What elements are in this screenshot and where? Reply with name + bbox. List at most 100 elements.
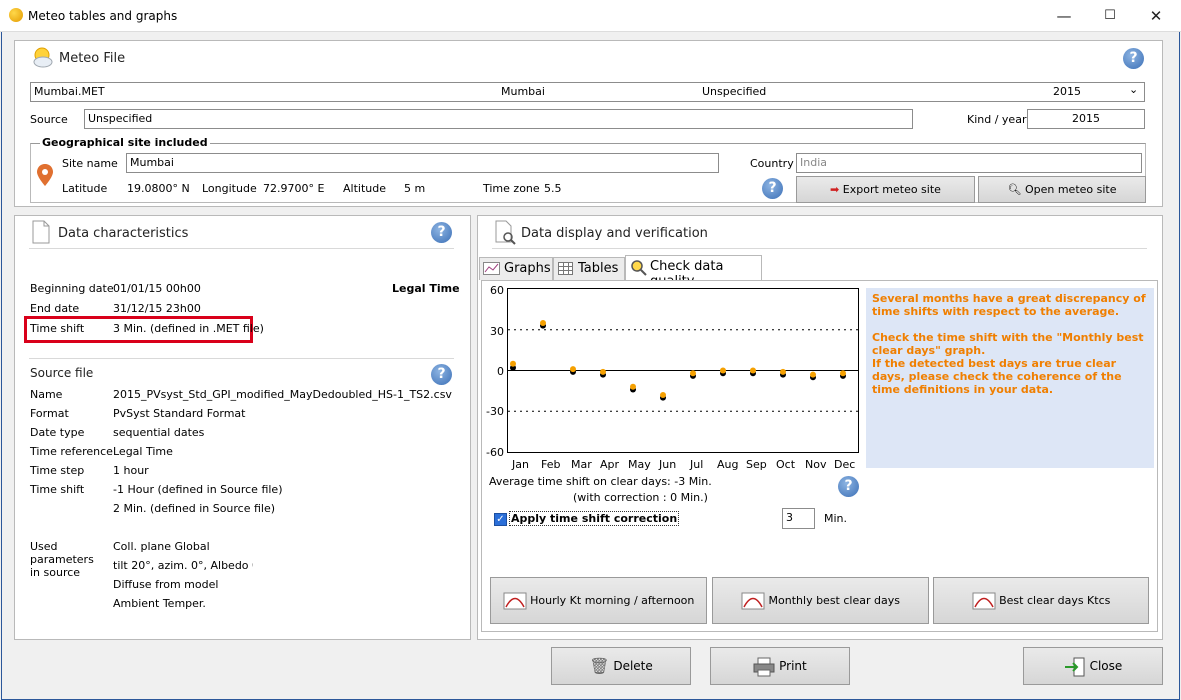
window-title: Meteo tables and graphs [28, 9, 178, 23]
data-point [810, 371, 816, 378]
site-name-field[interactable]: Mumbai [126, 153, 719, 173]
source-row-label: Format [30, 407, 69, 420]
legal-time-label: Legal Time [392, 282, 460, 295]
document-icon [32, 220, 50, 244]
x-tick-label: Mar [571, 458, 592, 471]
export-arrow-icon: ➡ [830, 183, 840, 196]
tab-check-data-quality[interactable]: Check data quality [625, 255, 762, 289]
x-tick-label: Jun [659, 458, 677, 471]
data-point [510, 360, 516, 367]
x-tick-label: Feb [541, 458, 561, 471]
altitude-value: 5 m [404, 182, 426, 195]
discrepancy-message: Several months have a great discrepancy … [866, 288, 1154, 468]
geo-site-header: Geographical site included [40, 136, 210, 149]
close-window-button[interactable]: ✕ [1133, 0, 1179, 32]
x-tick-label: Jul [690, 458, 704, 471]
beginning-date-value: 01/01/15 00h00 [113, 282, 201, 295]
file-site: Mumbai [501, 85, 545, 98]
x-tick-label: Jan [512, 458, 529, 471]
minimize-button[interactable]: — [1041, 0, 1087, 32]
longitude-value: 72.9700° E [263, 182, 325, 195]
country-field[interactable]: India [796, 153, 1142, 173]
data-point [690, 370, 696, 377]
open-meteo-site-button[interactable]: 🔍︎ Open meteo site [978, 176, 1146, 203]
end-date-label: End date [30, 302, 80, 315]
kind-year-field[interactable]: 2015 [1027, 109, 1145, 129]
curve-graph-icon [741, 592, 765, 610]
used-parameters-label: Used parameters in source [30, 540, 94, 579]
trash-icon: 🗑︎ [589, 656, 610, 676]
printer-icon [753, 657, 775, 676]
source-row-label: Time shift [30, 483, 85, 496]
source-row-value: 1 hour [113, 464, 149, 477]
x-tick-label: Oct [776, 458, 796, 471]
chart-plot-area [508, 319, 858, 412]
divider [29, 358, 454, 359]
close-button[interactable]: Close [1023, 647, 1163, 685]
monthly-best-clear-days-button[interactable]: Monthly best clear days [712, 577, 929, 624]
source-row-value: -1 Hour (defined in Source file) [113, 483, 283, 496]
sun-cloud-icon [33, 47, 53, 68]
used-parameter-value: Diffuse from model [113, 578, 219, 591]
x-tick-label: Dec [834, 458, 856, 471]
tab-graphs[interactable]: Graphs [479, 257, 553, 280]
country-label: Country [750, 157, 794, 170]
time-shift-chart [507, 288, 859, 453]
help-icon[interactable]: ? [431, 364, 452, 385]
meteo-file-select[interactable]: Mumbai.MET Mumbai Unspecified 2015 ⌄ [30, 82, 1145, 102]
curve-graph-icon [972, 592, 996, 610]
x-tick-label: Sep [746, 458, 767, 471]
table-icon [558, 262, 573, 275]
maximize-button[interactable]: ☐ [1087, 0, 1133, 32]
source-row-label: Name [30, 388, 63, 401]
x-tick-label: Nov [805, 458, 827, 471]
help-icon[interactable]: ? [431, 222, 452, 243]
kind-year-label: Kind / year [967, 113, 1027, 126]
latitude-value: 19.0800° N [127, 182, 190, 195]
y-tick-label: -60 [486, 446, 504, 459]
time-shift-unit: Min. [824, 512, 848, 525]
used-parameter-value: Coll. plane Global [113, 540, 210, 553]
source-file-header: Source file [30, 366, 94, 380]
help-icon[interactable]: ? [1123, 48, 1144, 69]
tab-tables[interactable]: Tables [553, 257, 625, 280]
file-country-info: Unspecified [702, 85, 767, 98]
chevron-down-icon: ⌄ [1129, 83, 1139, 96]
file-name: Mumbai.MET [34, 85, 105, 98]
divider [29, 248, 454, 249]
y-tick-label: 60 [490, 284, 504, 297]
line-graph-icon [483, 262, 500, 275]
data-point [750, 367, 756, 374]
latitude-label: Latitude [62, 182, 108, 195]
site-name-label: Site name [62, 157, 118, 170]
used-parameter-value: tilt 20°, azim. 0°, Albedo 0.20 [113, 559, 253, 572]
longitude-label: Longitude [202, 182, 257, 195]
source-row-value: 2 Min. (defined in Source file) [113, 502, 276, 515]
altitude-label: Altitude [343, 182, 386, 195]
divider [492, 248, 1147, 249]
app-icon [9, 8, 23, 22]
y-tick-label: 30 [490, 325, 504, 338]
data-display-header: Data display and verification [521, 226, 708, 241]
time-shift-input[interactable]: 3 [782, 508, 815, 529]
apply-correction-label[interactable]: Apply time shift correction [509, 511, 680, 526]
beginning-date-label: Beginning date [30, 282, 114, 295]
x-tick-label: Apr [600, 458, 620, 471]
print-button[interactable]: Print [710, 647, 850, 685]
source-label: Source [30, 113, 68, 126]
quality-check-icon [631, 260, 647, 276]
source-row-label: Date type [30, 426, 85, 439]
data-point [660, 391, 666, 398]
best-clear-days-ktcs-button[interactable]: Best clear days Ktcs [933, 577, 1149, 624]
delete-button[interactable]: 🗑︎ Delete [551, 647, 691, 685]
time-shift-value: 3 Min. (defined in .MET file) [113, 322, 264, 335]
help-icon[interactable]: ? [762, 178, 783, 199]
source-field[interactable]: Unspecified [84, 109, 913, 129]
data-characteristics-header: Data characteristics [58, 226, 189, 241]
average-shift-text: Average time shift on clear days: -3 Min… [489, 475, 712, 488]
apply-correction-checkbox[interactable]: ✓ [494, 513, 507, 526]
help-icon[interactable]: ? [838, 476, 859, 497]
used-parameter-value: Ambient Temper. [113, 597, 206, 610]
hourly-kt-button[interactable]: Hourly Kt morning / afternoon [490, 577, 707, 624]
export-meteo-site-button[interactable]: ➡ Export meteo site [796, 176, 975, 203]
